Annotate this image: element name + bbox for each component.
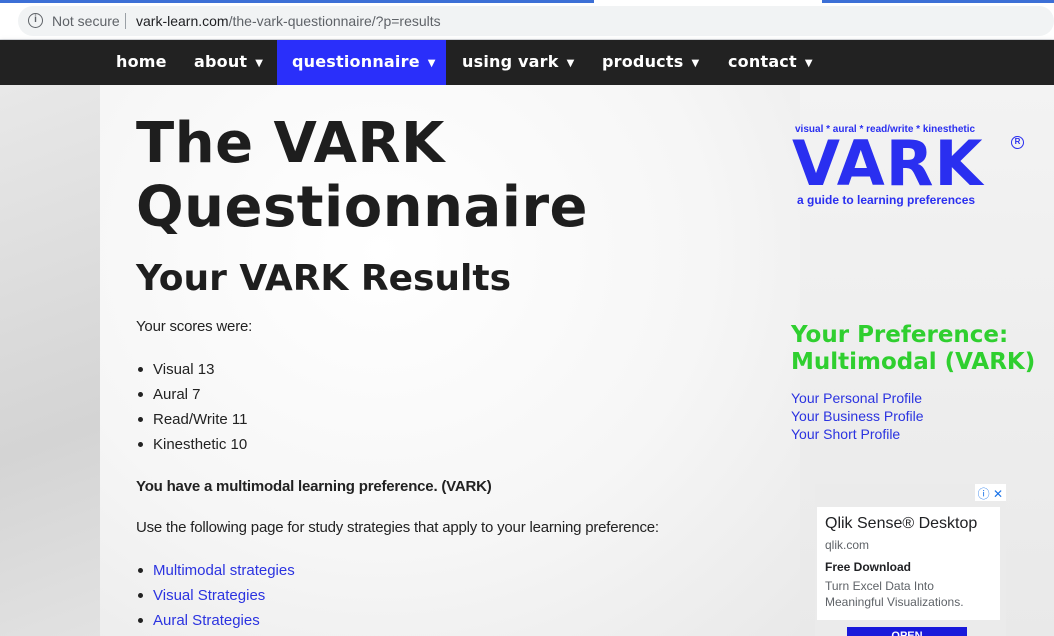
aural-strategies-link[interactable]: Aural Strategies	[136, 608, 295, 633]
score-kinesthetic: Kinesthetic 10	[136, 432, 248, 457]
vark-logo[interactable]: visual * aural * read/write * kinestheti…	[792, 122, 1024, 212]
tab-strip-left	[0, 0, 594, 3]
url-domain: vark-learn.com	[136, 13, 229, 29]
nav-about-label: about	[194, 52, 248, 71]
score-aural: Aural 7	[136, 382, 248, 407]
page-title: The VARK Questionnaire	[136, 111, 589, 240]
ad-subtitle: Free Download	[825, 560, 912, 574]
ad-domain: qlik.com	[825, 538, 870, 552]
ad-card[interactable]: Qlik Sense® Desktop qlik.com Free Downlo…	[817, 507, 1000, 620]
nav-contact[interactable]: contact ▼	[728, 40, 813, 85]
strategy-links-list: Multimodal strategies Visual Strategies …	[136, 558, 295, 633]
chevron-down-icon: ▼	[255, 58, 264, 69]
nav-questionnaire-label: questionnaire	[292, 52, 420, 71]
score-visual: Visual 13	[136, 357, 248, 382]
chevron-down-icon: ▼	[427, 58, 436, 69]
chevron-down-icon: ▼	[691, 58, 700, 69]
nav-home-label: home	[116, 52, 167, 71]
chevron-down-icon: ▼	[804, 58, 813, 69]
ad-open-button[interactable]: OPEN	[847, 627, 967, 636]
nav-using-vark-label: using vark	[462, 52, 559, 71]
url-text[interactable]: vark-learn.com/the-vark-questionnaire/?p…	[136, 13, 441, 29]
ad-description: Turn Excel Data Into Meaningful Visualiz…	[825, 579, 964, 609]
strategies-intro: Use the following page for study strateg…	[136, 519, 659, 536]
omnibox-separator	[125, 13, 126, 29]
business-profile-link[interactable]: Your Business Profile	[791, 407, 924, 425]
short-profile-link[interactable]: Your Short Profile	[791, 425, 924, 443]
results-heading: Your VARK Results	[136, 258, 512, 299]
chevron-down-icon: ▼	[566, 58, 575, 69]
nav-products-label: products	[602, 52, 684, 71]
nav-about[interactable]: about ▼	[194, 40, 263, 85]
nav-home[interactable]: home	[116, 40, 167, 85]
url-path: /the-vark-questionnaire/?p=results	[228, 13, 441, 29]
ad-unit: ⓘ ✕ Qlik Sense® Desktop qlik.com Free Do…	[815, 484, 1006, 636]
scores-list: Visual 13 Aural 7 Read/Write 11 Kinesthe…	[136, 357, 248, 457]
tab-strip-right	[822, 0, 1054, 3]
nav-questionnaire[interactable]: questionnaire ▼	[277, 40, 446, 85]
registered-mark-icon: R	[1011, 136, 1024, 149]
logo-tagline-bottom: a guide to learning preferences	[797, 193, 976, 207]
preference-title: Your Preference: Multimodal (VARK)	[791, 322, 1036, 375]
ad-title[interactable]: Qlik Sense® Desktop	[825, 515, 977, 533]
omnibox[interactable]: i Not secure vark-learn.com/the-vark-que…	[18, 6, 1054, 36]
visual-strategies-link[interactable]: Visual Strategies	[136, 583, 295, 608]
multimodal-strategies-link[interactable]: Multimodal strategies	[136, 558, 295, 583]
profile-links: Your Personal Profile Your Business Prof…	[791, 389, 924, 443]
preference-statement: You have a multimodal learning preferenc…	[136, 478, 492, 495]
main-nav: home about ▼ questionnaire ▼ using vark ▼ p…	[0, 40, 1054, 85]
nav-products[interactable]: products ▼	[602, 40, 699, 85]
browser-address-bar: i Not secure vark-learn.com/the-vark-que…	[0, 0, 1054, 40]
security-label[interactable]: Not secure	[52, 13, 120, 29]
info-icon[interactable]: i	[28, 13, 43, 28]
ad-choices-close-icon[interactable]: ⓘ ✕	[974, 484, 1006, 501]
nav-using-vark[interactable]: using vark ▼	[462, 40, 574, 85]
nav-contact-label: contact	[728, 52, 797, 71]
score-read-write: Read/Write 11	[136, 407, 248, 432]
scores-intro: Your scores were:	[136, 318, 253, 335]
logo-wordmark: VARK	[792, 127, 984, 200]
personal-profile-link[interactable]: Your Personal Profile	[791, 389, 924, 407]
